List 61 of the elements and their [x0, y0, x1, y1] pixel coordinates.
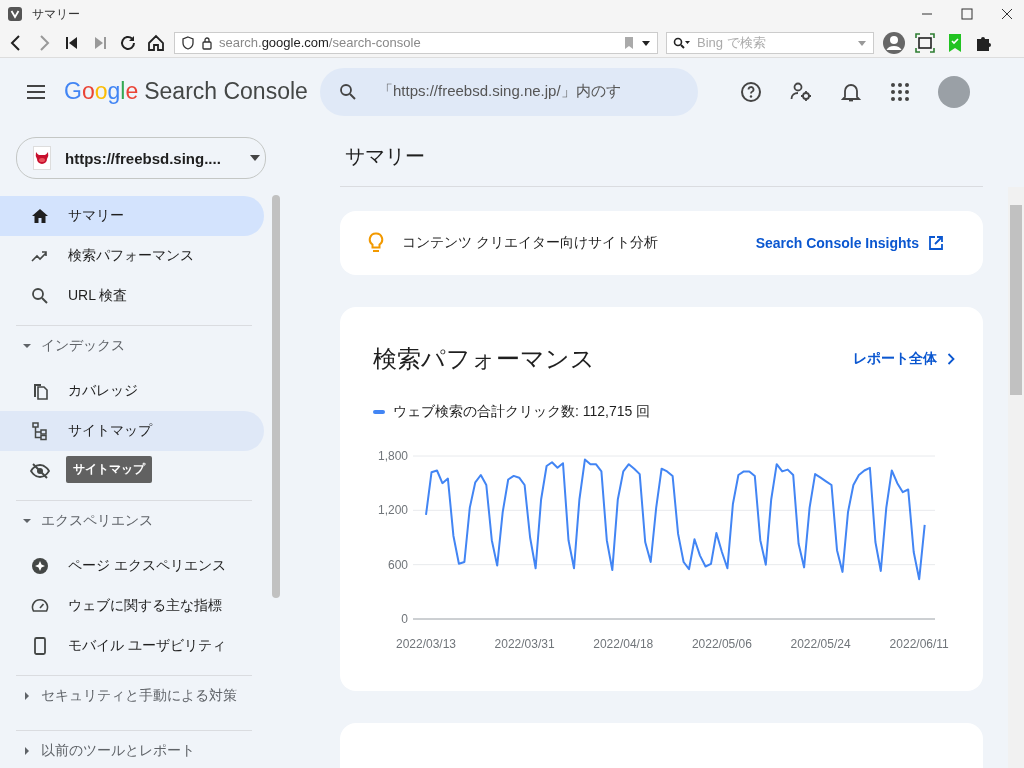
search-field[interactable]: 「https://freebsd.sing.ne.jp/」内のす	[320, 67, 698, 116]
nav-item[interactable]: サイトマップ	[0, 411, 264, 451]
y-tick-label: 0	[401, 612, 408, 626]
url-text: search.google.com/search-console	[219, 35, 421, 50]
search-icon	[30, 286, 50, 306]
product-name: Search Console	[144, 78, 308, 105]
profile-icon[interactable]	[882, 30, 906, 55]
home-icon	[30, 206, 50, 226]
x-tick-label: 2022/03/13	[395, 637, 457, 651]
x-tick-label: 2022/04/18	[593, 637, 654, 651]
x-tick-label: 2022/03/31	[494, 637, 555, 651]
property-url: https://freebsd.sing....	[65, 149, 221, 167]
admin-settings-icon[interactable]	[790, 80, 812, 103]
star-badge-icon	[30, 556, 50, 576]
y-tick-label: 1,200	[377, 503, 408, 518]
menu-icon[interactable]	[26, 83, 46, 100]
section-header[interactable]: エクスペリエンス	[0, 501, 264, 546]
x-tick-label: 2022/05/06	[691, 637, 752, 651]
page-title: サマリー	[340, 125, 983, 187]
google-logo: Google	[64, 78, 139, 105]
eye-off-icon[interactable]	[30, 461, 50, 481]
section-header[interactable]: インデックス	[0, 326, 264, 371]
property-selector[interactable]: https://freebsd.sing....	[16, 137, 266, 179]
y-tick-label: 600	[387, 557, 408, 572]
address-bar[interactable]: search.google.com/search-console	[174, 31, 658, 54]
home-icon[interactable]	[146, 32, 166, 53]
tooltip: サイトマップ	[66, 456, 152, 483]
nav-item[interactable]: ウェブに関する主な指標	[0, 586, 264, 626]
devil-icon	[34, 150, 50, 166]
lightbulb-icon	[368, 232, 384, 254]
sitemap-icon	[30, 421, 50, 441]
external-link-icon	[929, 236, 943, 250]
shield-icon	[181, 35, 195, 50]
help-icon[interactable]	[740, 80, 762, 103]
search-icon[interactable]	[673, 36, 691, 49]
y-tick-label: 1,800	[377, 449, 408, 463]
window-title: サマリー	[32, 5, 80, 23]
capture-icon[interactable]	[914, 31, 936, 54]
legend-text: ウェブ検索の合計クリック数: 112,715 回	[393, 403, 651, 421]
section-header[interactable]: 以前のツールとレポート	[0, 731, 264, 768]
apps-grid-icon[interactable]	[890, 81, 910, 102]
section-header[interactable]: セキュリティと手動による対策	[0, 676, 264, 721]
lock-icon	[201, 35, 213, 50]
scrollbar[interactable]	[1008, 187, 1024, 768]
scrollbar[interactable]	[272, 195, 280, 598]
nav-item[interactable]: モバイル ユーザビリティ	[0, 626, 264, 666]
nav-item[interactable]: ページ エクスペリエンス	[0, 546, 264, 586]
nav-item[interactable]: URL 検査	[0, 276, 264, 316]
nav-item[interactable]: カバレッジ	[0, 371, 264, 411]
x-tick-label: 2022/05/24	[790, 637, 851, 651]
chevron-right-icon	[947, 353, 955, 365]
nav-item[interactable]: 検索パフォーマンス	[0, 236, 264, 276]
insights-link[interactable]: Search Console Insights	[755, 235, 943, 251]
caret-icon[interactable]	[248, 154, 261, 162]
x-tick-label: 2022/06/11	[889, 637, 949, 651]
nav-item[interactable]: サマリー	[0, 196, 264, 236]
insights-text: コンテンツ クリエイター向けサイト分析	[402, 234, 658, 252]
browser-logo-icon	[8, 7, 22, 21]
card-title: 検索パフォーマンス	[373, 344, 595, 374]
search-icon[interactable]	[338, 81, 358, 102]
full-report-link[interactable]: レポート全体	[853, 350, 955, 368]
